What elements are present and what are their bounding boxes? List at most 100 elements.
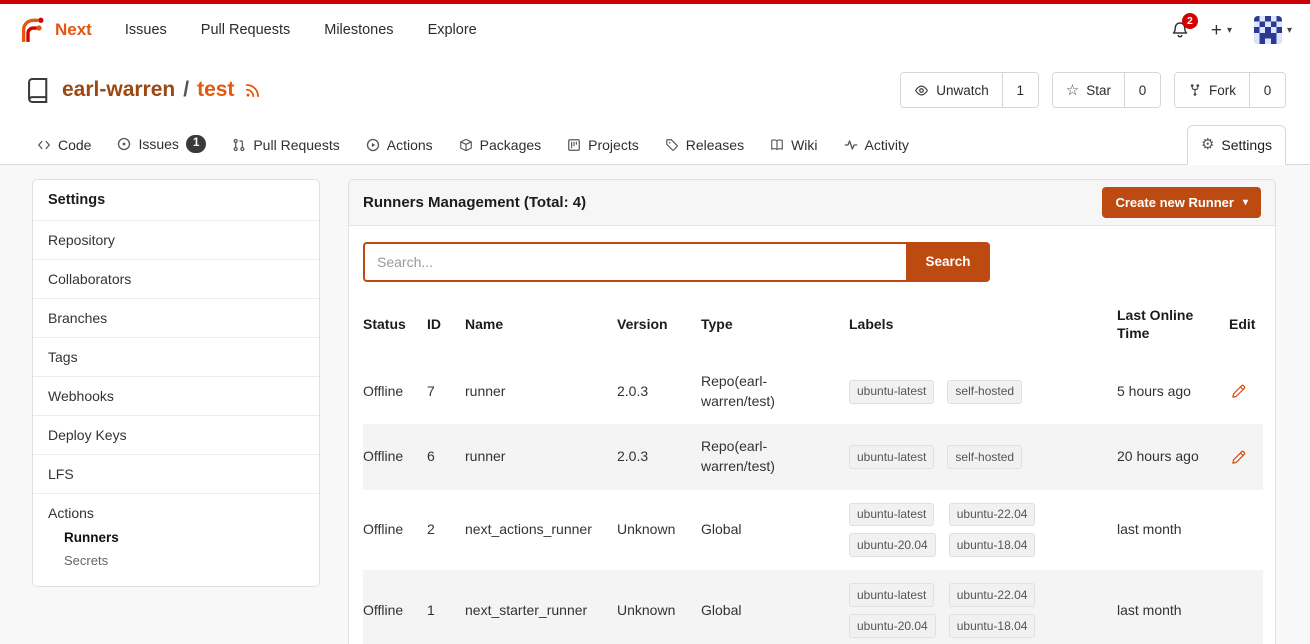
- sidebar-group-actions-label[interactable]: Actions: [48, 505, 304, 526]
- watchers-count[interactable]: 1: [1002, 73, 1038, 107]
- unwatch-label: Unwatch: [936, 83, 989, 98]
- runner-name: next_actions_runner: [465, 490, 617, 571]
- repo-owner-link[interactable]: earl-warren: [62, 78, 175, 102]
- repo-tabbar: Code Issues 1 Pull Requests Actions Pack…: [0, 120, 1310, 165]
- tab-label: Code: [58, 137, 91, 153]
- sidebar-item-deploy-keys[interactable]: Deploy Keys: [33, 415, 319, 454]
- runner-status: Offline: [363, 570, 427, 644]
- runners-table-body: Offline 7 runner 2.0.3 Repo(earl-warren/…: [363, 359, 1263, 644]
- col-id: ID: [427, 290, 465, 360]
- tab-issues[interactable]: Issues 1: [104, 124, 219, 164]
- tab-actions[interactable]: Actions: [353, 126, 446, 164]
- runner-label: ubuntu-22.04: [949, 503, 1036, 527]
- repo-actions: Unwatch 1 ☆ Star 0 Fork 0: [900, 72, 1286, 108]
- col-type: Type: [701, 290, 849, 360]
- runner-label: ubuntu-18.04: [949, 614, 1036, 638]
- runner-version: 2.0.3: [617, 424, 701, 489]
- runner-row: Offline 2 next_actions_runner Unknown Gl…: [363, 490, 1263, 571]
- nav-issues[interactable]: Issues: [108, 22, 184, 38]
- panel-body: Search Status ID Name Version Type: [349, 226, 1275, 644]
- notifications-button[interactable]: 2: [1171, 21, 1189, 39]
- fork-button-group: Fork 0: [1174, 72, 1286, 108]
- sidebar-item-webhooks[interactable]: Webhooks: [33, 376, 319, 415]
- runner-labels: ubuntu-latestself-hosted: [849, 380, 1022, 404]
- unwatch-button[interactable]: Unwatch: [901, 73, 1002, 107]
- home-link[interactable]: Next: [18, 15, 92, 45]
- runner-last-online: 5 hours ago: [1117, 359, 1229, 424]
- star-button[interactable]: ☆ Star: [1053, 73, 1124, 107]
- star-label: Star: [1086, 83, 1111, 98]
- stars-count[interactable]: 0: [1124, 73, 1160, 107]
- sidebar-item-secrets[interactable]: Secrets: [48, 549, 304, 572]
- star-button-group: ☆ Star 0: [1052, 72, 1161, 108]
- search-input[interactable]: [363, 242, 906, 282]
- nav-pull-requests[interactable]: Pull Requests: [184, 22, 307, 38]
- runner-id: 2: [427, 490, 465, 571]
- runner-type: Repo(earl-warren/test): [701, 359, 849, 424]
- gear-icon: ⚙: [1201, 137, 1214, 152]
- fork-button[interactable]: Fork: [1175, 73, 1249, 107]
- package-icon: [459, 138, 473, 152]
- eye-icon: [914, 83, 929, 98]
- sidebar-item-runners[interactable]: Runners: [48, 526, 304, 549]
- col-version: Version: [617, 290, 701, 360]
- tab-wiki[interactable]: Wiki: [757, 126, 830, 164]
- sidebar-group-actions: Actions Runners Secrets: [33, 493, 319, 586]
- sidebar-item-repository[interactable]: Repository: [33, 220, 319, 259]
- forks-count[interactable]: 0: [1249, 73, 1285, 107]
- create-new-runner-button[interactable]: Create new Runner ▾: [1102, 187, 1261, 218]
- sidebar-item-branches[interactable]: Branches: [33, 298, 319, 337]
- runner-label: ubuntu-latest: [849, 445, 934, 469]
- navbar-right: 2 + ▾ ▾: [1171, 16, 1292, 44]
- tab-packages[interactable]: Packages: [446, 126, 554, 164]
- content-area: Settings Repository Collaborators Branch…: [0, 165, 1310, 644]
- nav-milestones[interactable]: Milestones: [307, 22, 410, 38]
- edit-runner-button[interactable]: [1229, 448, 1248, 467]
- tab-code[interactable]: Code: [24, 126, 104, 164]
- user-menu[interactable]: ▾: [1254, 16, 1292, 44]
- sidebar-item-tags[interactable]: Tags: [33, 337, 319, 376]
- create-new-menu[interactable]: + ▾: [1211, 21, 1232, 40]
- tab-releases[interactable]: Releases: [652, 126, 757, 164]
- avatar: [1254, 16, 1282, 44]
- runner-status: Offline: [363, 424, 427, 489]
- edit-runner-button[interactable]: [1229, 382, 1248, 401]
- rss-feed-icon[interactable]: [244, 82, 261, 99]
- tab-settings[interactable]: ⚙ Settings: [1187, 125, 1286, 165]
- tab-projects[interactable]: Projects: [554, 126, 652, 164]
- search-button[interactable]: Search: [906, 242, 990, 282]
- code-icon: [37, 138, 51, 152]
- sidebar-item-collaborators[interactable]: Collaborators: [33, 259, 319, 298]
- tab-activity[interactable]: Activity: [831, 126, 922, 164]
- tab-label: Actions: [387, 137, 433, 153]
- runner-label: ubuntu-latest: [849, 380, 934, 404]
- runner-id: 6: [427, 424, 465, 489]
- chevron-down-icon: ▾: [1287, 25, 1292, 36]
- tab-label: Releases: [686, 137, 744, 153]
- page: Next Issues Pull Requests Milestones Exp…: [0, 0, 1310, 644]
- chevron-down-icon: ▾: [1227, 25, 1232, 36]
- runner-name: runner: [465, 359, 617, 424]
- project-icon: [567, 138, 581, 152]
- notification-badge: 2: [1182, 13, 1198, 29]
- runner-label: ubuntu-20.04: [849, 533, 936, 557]
- sidebar-item-lfs[interactable]: LFS: [33, 454, 319, 493]
- runner-type: Repo(earl-warren/test): [701, 424, 849, 489]
- issues-count-badge: 1: [186, 135, 206, 153]
- nav-explore[interactable]: Explore: [411, 22, 494, 38]
- forgejo-logo-icon: [18, 15, 48, 45]
- col-edit: Edit: [1229, 290, 1263, 360]
- runner-edit-cell: [1229, 359, 1263, 424]
- runner-label: ubuntu-latest: [849, 503, 934, 527]
- chevron-down-icon: ▾: [1243, 197, 1248, 208]
- repo-icon: [24, 77, 51, 104]
- runner-id: 1: [427, 570, 465, 644]
- runner-version: Unknown: [617, 490, 701, 571]
- tab-pull-requests[interactable]: Pull Requests: [219, 126, 352, 164]
- runner-last-online: last month: [1117, 490, 1229, 571]
- star-icon: ☆: [1066, 83, 1079, 98]
- book-icon: [770, 138, 784, 152]
- repo-name-link[interactable]: test: [197, 78, 234, 102]
- runner-row: Offline 7 runner 2.0.3 Repo(earl-warren/…: [363, 359, 1263, 424]
- col-name: Name: [465, 290, 617, 360]
